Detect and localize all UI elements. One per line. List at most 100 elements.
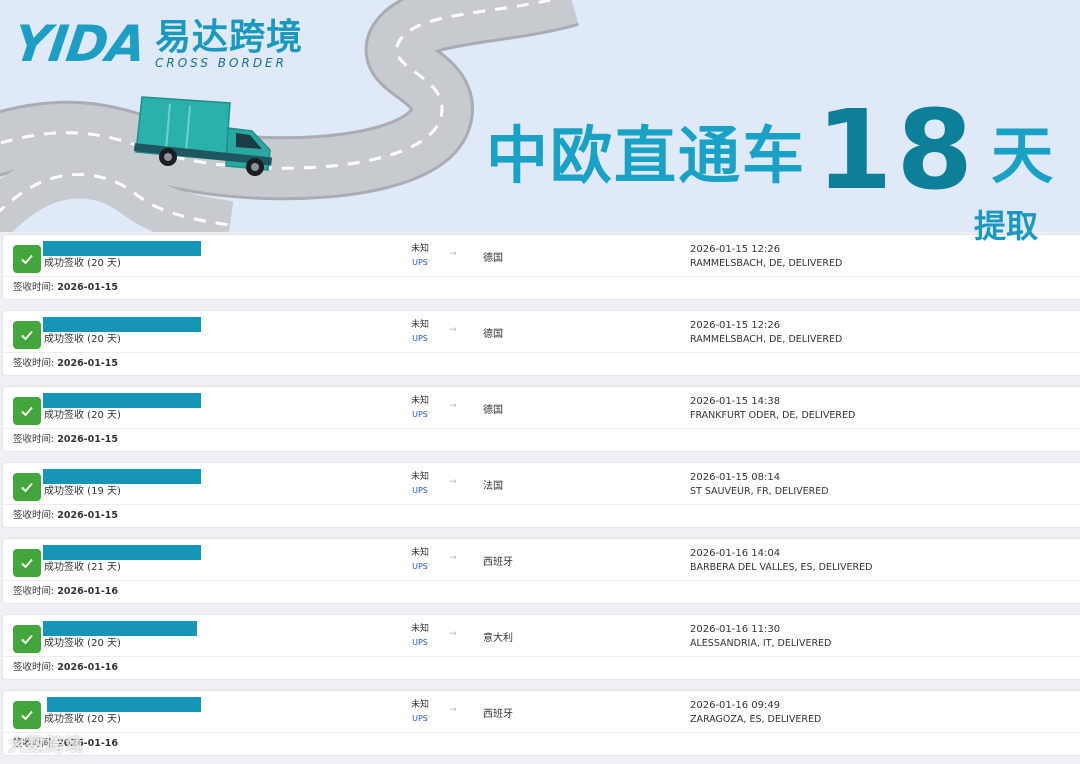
event-time: 2026-01-16 11:30 — [690, 624, 781, 635]
delivery-status: 成功签收 (20 天) — [44, 714, 121, 725]
redacted-tracking-number — [43, 317, 201, 332]
delivery-status: 成功签收 (19 天) — [44, 486, 121, 497]
arrow-right-icon: → — [449, 249, 457, 259]
destination-country: 意大利 — [483, 633, 513, 644]
carrier-status: 未知 — [410, 548, 429, 558]
delivery-status: 成功签收 (21 天) — [44, 562, 121, 573]
delivery-status: 成功签收 (20 天) — [44, 334, 121, 345]
carrier-status: 未知 — [410, 472, 429, 482]
destination-country: 德国 — [483, 405, 503, 416]
signed-label: 签收时间: — [13, 434, 55, 445]
signed-date: 2026-01-15 — [57, 434, 119, 445]
divider — [3, 276, 1080, 277]
logo-tagline: CROSS BORDER — [155, 56, 287, 70]
check-icon — [13, 549, 41, 577]
signed-date: 2026-01-16 — [57, 662, 119, 673]
promo-banner: YIDA 易达跨境 CROSS BORDER 中欧直通车 18 天 — [0, 0, 1080, 232]
event-time: 2026-01-15 12:26 — [690, 244, 781, 255]
carrier-name[interactable]: UPS — [406, 333, 434, 345]
carrier-name[interactable]: UPS — [406, 637, 434, 649]
signed-date: 2026-01-16 — [57, 586, 119, 597]
check-icon — [13, 245, 41, 273]
redacted-tracking-number — [43, 393, 201, 408]
signed-time: 签收时间: 2026-01-15 — [13, 357, 118, 371]
signed-label: 签收时间: — [13, 586, 55, 597]
event-location: BARBERA DEL VALLES, ES, DELIVERED — [690, 562, 873, 573]
event-location: ST SAUVEUR, FR, DELIVERED — [690, 486, 829, 497]
redacted-tracking-number — [43, 621, 197, 636]
headline-days-number: 18 — [816, 86, 978, 214]
signed-time: 签收时间: 2026-01-15 — [13, 509, 118, 523]
destination-country: 德国 — [483, 253, 503, 264]
yida-logo: YIDA 易达跨境 CROSS BORDER — [10, 15, 304, 73]
banner-headline: 中欧直通车 18 天 — [486, 86, 1054, 214]
check-icon — [13, 321, 41, 349]
carrier-name[interactable]: UPS — [406, 485, 434, 497]
check-icon — [13, 473, 41, 501]
delivery-status: 成功签收 (20 天) — [44, 410, 121, 421]
headline-text: 中欧直通车 — [486, 119, 807, 192]
headline-days-unit: 天 — [991, 119, 1054, 192]
event-location: FRANKFURT ODER, DE, DELIVERED — [690, 410, 856, 421]
carrier-name[interactable]: UPS — [406, 257, 434, 269]
event-location: RAMMELSBACH, DE, DELIVERED — [690, 334, 843, 345]
watermark: 大数跨境 — [8, 735, 84, 756]
divider — [3, 732, 1080, 733]
shipment-card[interactable]: 成功签收 (21 天) 未知 UPS → 西班牙 2026-01-16 14:0… — [2, 538, 1080, 604]
divider — [3, 656, 1080, 657]
check-icon — [13, 397, 41, 425]
check-icon — [13, 701, 41, 729]
signed-time: 签收时间: 2026-01-16 — [13, 661, 118, 675]
destination-country: 德国 — [483, 329, 503, 340]
signed-date: 2026-01-15 — [57, 358, 119, 369]
destination-country: 法国 — [483, 481, 503, 492]
shipment-card[interactable]: 成功签收 (20 天) 未知 UPS → 德国 2026-01-15 12:26… — [2, 234, 1080, 300]
carrier-status: 未知 — [410, 320, 429, 330]
headline-subtitle: 提取 — [974, 207, 1039, 245]
event-time: 2026-01-15 12:26 — [690, 320, 781, 331]
divider — [3, 428, 1080, 429]
event-location: ZARAGOZA, ES, DELIVERED — [690, 714, 822, 725]
carrier-status: 未知 — [410, 700, 429, 710]
carrier-status: 未知 — [410, 624, 429, 634]
event-time: 2026-01-15 08:14 — [690, 472, 781, 483]
signed-time: 签收时间: 2026-01-15 — [13, 433, 118, 447]
event-time: 2026-01-15 14:38 — [690, 396, 781, 407]
shipment-card[interactable]: 成功签收 (19 天) 未知 UPS → 法国 2026-01-15 08:14… — [2, 462, 1080, 528]
carrier-status: 未知 — [410, 396, 429, 406]
event-location: RAMMELSBACH, DE, DELIVERED — [690, 258, 843, 269]
destination-country: 西班牙 — [483, 709, 513, 720]
signed-time: 签收时间: 2026-01-16 — [13, 585, 118, 599]
arrow-right-icon: → — [449, 401, 457, 411]
divider — [3, 352, 1080, 353]
delivery-status: 成功签收 (20 天) — [44, 638, 121, 649]
shipment-card[interactable]: 成功签收 (20 天) 未知 UPS → 西班牙 2026-01-16 09:4… — [2, 690, 1080, 756]
arrow-right-icon: → — [449, 325, 457, 335]
shipment-card[interactable]: 成功签收 (20 天) 未知 UPS → 德国 2026-01-15 14:38… — [2, 386, 1080, 452]
divider — [3, 504, 1080, 505]
carrier-name[interactable]: UPS — [406, 409, 434, 421]
delivery-status: 成功签收 (20 天) — [44, 258, 121, 269]
arrow-right-icon: → — [449, 477, 457, 487]
arrow-right-icon: → — [449, 629, 457, 639]
event-time: 2026-01-16 14:04 — [690, 548, 781, 559]
signed-label: 签收时间: — [13, 510, 55, 521]
signed-label: 签收时间: — [13, 662, 55, 673]
logo-wordmark: YIDA — [9, 15, 150, 73]
shipment-card[interactable]: 成功签收 (20 天) 未知 UPS → 意大利 2026-01-16 11:3… — [2, 614, 1080, 680]
arrow-right-icon: → — [449, 553, 457, 563]
divider — [3, 580, 1080, 581]
signed-time: 签收时间: 2026-01-15 — [13, 281, 118, 295]
arrow-right-icon: → — [449, 705, 457, 715]
redacted-tracking-number — [47, 697, 201, 712]
logo-chinese-name: 易达跨境 — [155, 17, 304, 58]
redacted-tracking-number — [43, 545, 201, 560]
signed-label: 签收时间: — [13, 282, 55, 293]
event-location: ALESSANDRIA, IT, DELIVERED — [690, 638, 832, 649]
redacted-tracking-number — [43, 469, 201, 484]
carrier-name[interactable]: UPS — [406, 713, 434, 725]
shipment-card[interactable]: 成功签收 (20 天) 未知 UPS → 德国 2026-01-15 12:26… — [2, 310, 1080, 376]
destination-country: 西班牙 — [483, 557, 513, 568]
carrier-name[interactable]: UPS — [406, 561, 434, 573]
signed-date: 2026-01-15 — [57, 510, 119, 521]
